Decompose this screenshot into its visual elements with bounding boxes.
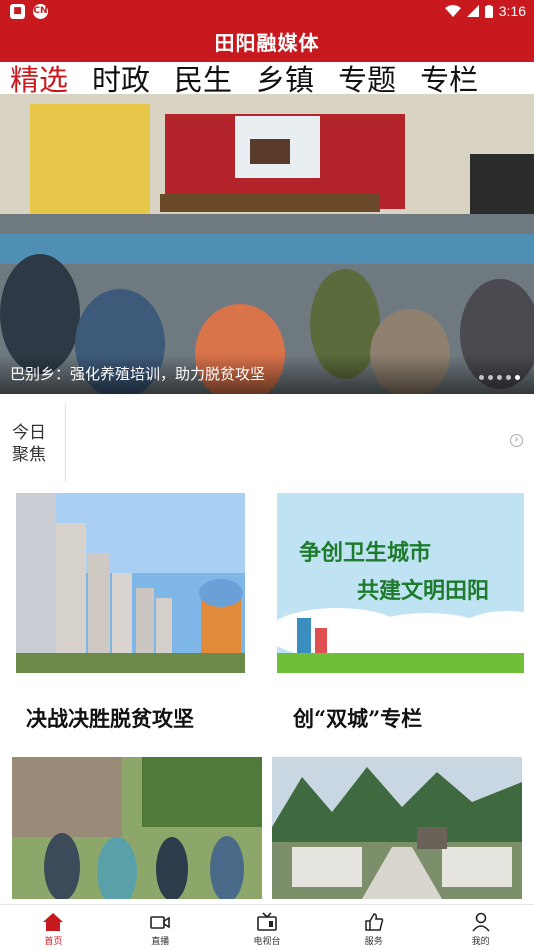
today-focus-section: 今日 聚焦 ›	[0, 402, 534, 482]
divider	[65, 404, 66, 482]
bottom-navigation: 首页 直播 电视台 服务 我的	[0, 904, 534, 950]
carousel-dot[interactable]	[506, 375, 511, 380]
topic-card-image: 争创卫生城市 共建文明田阳	[277, 493, 524, 673]
tab-towns[interactable]: 乡镇	[256, 62, 314, 94]
nav-live[interactable]: 直播	[107, 905, 214, 950]
notification-icon: ■	[10, 4, 25, 19]
news-card-image	[12, 757, 262, 899]
thumbs-up-icon	[365, 913, 384, 931]
tab-politics[interactable]: 时政	[92, 62, 150, 94]
nav-live-label: 直播	[151, 937, 170, 947]
status-time: 3:16	[498, 3, 526, 19]
hero-carousel[interactable]: 巴别乡：强化养殖培训，助力脱贫攻坚	[0, 94, 534, 394]
carousel-dot-active[interactable]	[515, 375, 520, 380]
topic-card-title: 创“双城”专栏	[293, 706, 423, 731]
hero-caption-bar: 巴别乡：强化养殖培训，助力脱贫攻坚	[0, 354, 534, 394]
tab-columns[interactable]: 专栏	[420, 62, 478, 94]
tv-icon	[257, 912, 277, 931]
hero-caption: 巴别乡：强化养殖培训，助力脱贫攻坚	[10, 365, 266, 383]
today-focus-label-line2: 聚焦	[12, 445, 46, 465]
app-notification-icon: CN	[33, 4, 48, 19]
tab-topics[interactable]: 专题	[338, 62, 396, 94]
tab-livelihood[interactable]: 民生	[174, 62, 232, 94]
today-focus-label: 今日 聚焦	[12, 422, 52, 466]
nav-profile-label: 我的	[471, 937, 490, 947]
banner-line2: 共建文明田阳	[357, 579, 490, 604]
carousel-dot[interactable]	[488, 375, 493, 380]
nav-tv[interactable]: 电视台	[214, 905, 321, 950]
carousel-dot[interactable]	[479, 375, 484, 380]
battery-icon	[484, 4, 493, 18]
category-tabs: 精选 时政 民生 乡镇 专题 专栏	[0, 62, 534, 94]
app-title: 田阳融媒体	[0, 24, 534, 62]
carousel-dot[interactable]	[497, 375, 502, 380]
hero-image	[0, 94, 534, 394]
nav-service[interactable]: 服务	[320, 905, 427, 950]
nav-tv-label: 电视台	[253, 937, 281, 947]
today-focus-label-line1: 今日	[12, 423, 46, 443]
topic-card-image	[16, 493, 245, 673]
video-camera-icon	[150, 916, 170, 929]
carousel-dots	[479, 375, 520, 380]
signal-icon	[466, 5, 479, 17]
topic-card-poverty[interactable]: 决战决胜脱贫攻坚	[16, 493, 245, 733]
news-card-bridge[interactable]	[272, 757, 522, 899]
status-bar: ■ CN 3:16	[0, 0, 534, 24]
nav-profile[interactable]: 我的	[427, 905, 534, 950]
nav-service-label: 服务	[364, 937, 383, 947]
home-icon	[43, 913, 64, 931]
chevron-right-icon[interactable]: ›	[510, 434, 523, 447]
wifi-icon	[444, 5, 461, 17]
nav-home[interactable]: 首页	[0, 905, 107, 950]
topic-card-double-city[interactable]: 争创卫生城市 共建文明田阳 创“双城”专栏	[277, 493, 524, 733]
person-icon	[471, 912, 490, 932]
banner-line1: 争创卫生城市	[299, 541, 432, 566]
news-card-image	[272, 757, 522, 899]
topic-card-title: 决战决胜脱贫攻坚	[26, 706, 194, 731]
news-card-village[interactable]	[12, 757, 262, 899]
tab-featured[interactable]: 精选	[10, 62, 68, 94]
nav-home-label: 首页	[44, 937, 63, 947]
